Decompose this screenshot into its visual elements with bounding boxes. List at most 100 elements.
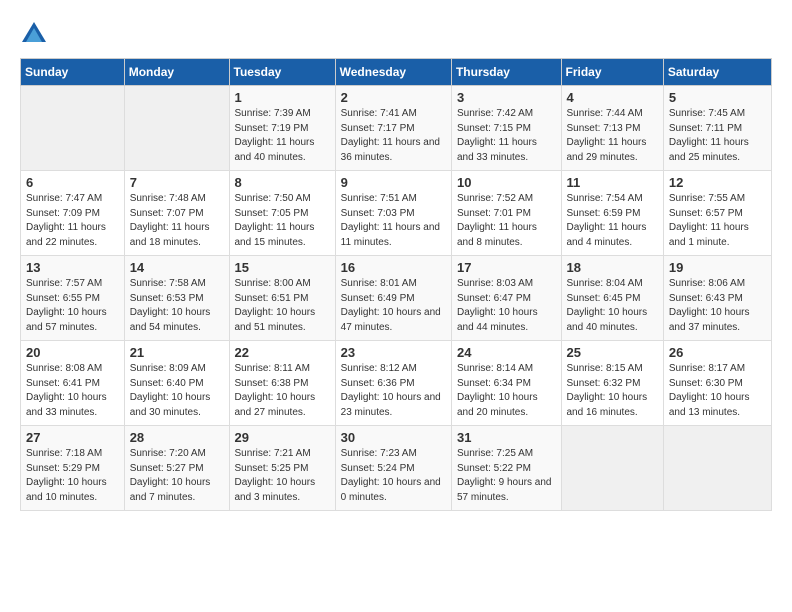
day-info: Sunrise: 7:45 AM Sunset: 7:11 PM Dayligh… (669, 107, 766, 165)
day-number: 10 (457, 175, 556, 190)
day-info: Sunrise: 7:18 AM Sunset: 5:29 PM Dayligh… (26, 447, 119, 505)
day-number: 19 (669, 260, 766, 275)
logo (20, 20, 52, 48)
day-number: 2 (341, 90, 446, 105)
calendar-week-3: 13 Sunrise: 7:57 AM Sunset: 6:55 PM Dayli… (21, 256, 772, 341)
weekday-header-monday: Monday (124, 59, 229, 86)
day-number: 22 (235, 345, 330, 360)
day-number: 26 (669, 345, 766, 360)
day-info: Sunrise: 8:08 AM Sunset: 6:41 PM Dayligh… (26, 362, 119, 420)
calendar-cell: 9 Sunrise: 7:51 AM Sunset: 7:03 PM Daylig… (335, 171, 451, 256)
weekday-header-wednesday: Wednesday (335, 59, 451, 86)
calendar-cell: 18 Sunrise: 8:04 AM Sunset: 6:45 PM Dayli… (561, 256, 663, 341)
day-number: 18 (567, 260, 658, 275)
day-info: Sunrise: 7:20 AM Sunset: 5:27 PM Dayligh… (130, 447, 224, 505)
day-number: 29 (235, 430, 330, 445)
day-info: Sunrise: 8:06 AM Sunset: 6:43 PM Dayligh… (669, 277, 766, 335)
day-info: Sunrise: 7:52 AM Sunset: 7:01 PM Dayligh… (457, 192, 556, 250)
calendar-cell (124, 86, 229, 171)
calendar-cell (21, 86, 125, 171)
calendar-cell: 27 Sunrise: 7:18 AM Sunset: 5:29 PM Dayli… (21, 426, 125, 511)
day-info: Sunrise: 7:47 AM Sunset: 7:09 PM Dayligh… (26, 192, 119, 250)
day-number: 17 (457, 260, 556, 275)
calendar-cell: 15 Sunrise: 8:00 AM Sunset: 6:51 PM Dayli… (229, 256, 335, 341)
day-info: Sunrise: 7:55 AM Sunset: 6:57 PM Dayligh… (669, 192, 766, 250)
day-info: Sunrise: 7:23 AM Sunset: 5:24 PM Dayligh… (341, 447, 446, 505)
day-info: Sunrise: 7:50 AM Sunset: 7:05 PM Dayligh… (235, 192, 330, 250)
weekday-header-friday: Friday (561, 59, 663, 86)
calendar-cell: 8Sunrise: 7:50 AM Sunset: 7:05 PM Daylig… (229, 171, 335, 256)
day-info: Sunrise: 8:03 AM Sunset: 6:47 PM Dayligh… (457, 277, 556, 335)
day-number: 7 (130, 175, 224, 190)
day-number: 27 (26, 430, 119, 445)
calendar-week-2: 6 Sunrise: 7:47 AM Sunset: 7:09 PM Daylig… (21, 171, 772, 256)
day-info: Sunrise: 7:21 AM Sunset: 5:25 PM Dayligh… (235, 447, 330, 505)
day-number: 1 (235, 90, 330, 105)
calendar-cell: 6 Sunrise: 7:47 AM Sunset: 7:09 PM Daylig… (21, 171, 125, 256)
calendar-cell: 2 Sunrise: 7:41 AM Sunset: 7:17 PM Daylig… (335, 86, 451, 171)
day-info: Sunrise: 7:41 AM Sunset: 7:17 PM Dayligh… (341, 107, 446, 165)
day-info: Sunrise: 7:58 AM Sunset: 6:53 PM Dayligh… (130, 277, 224, 335)
day-number: 12 (669, 175, 766, 190)
day-info: Sunrise: 7:54 AM Sunset: 6:59 PM Dayligh… (567, 192, 658, 250)
weekday-header-tuesday: Tuesday (229, 59, 335, 86)
calendar-cell: 25 Sunrise: 8:15 AM Sunset: 6:32 PM Dayli… (561, 341, 663, 426)
day-number: 20 (26, 345, 119, 360)
day-info: Sunrise: 8:11 AM Sunset: 6:38 PM Dayligh… (235, 362, 330, 420)
day-number: 5 (669, 90, 766, 105)
weekday-header-thursday: Thursday (451, 59, 561, 86)
calendar-cell: 24Sunrise: 8:14 AM Sunset: 6:34 PM Dayli… (451, 341, 561, 426)
day-number: 13 (26, 260, 119, 275)
calendar-cell: 29 Sunrise: 7:21 AM Sunset: 5:25 PM Dayli… (229, 426, 335, 511)
calendar-cell: 22 Sunrise: 8:11 AM Sunset: 6:38 PM Dayli… (229, 341, 335, 426)
day-number: 31 (457, 430, 556, 445)
calendar-cell: 17 Sunrise: 8:03 AM Sunset: 6:47 PM Dayli… (451, 256, 561, 341)
day-info: Sunrise: 8:00 AM Sunset: 6:51 PM Dayligh… (235, 277, 330, 335)
weekday-header-sunday: Sunday (21, 59, 125, 86)
logo-icon (20, 20, 48, 48)
calendar-cell (561, 426, 663, 511)
day-number: 25 (567, 345, 658, 360)
calendar-week-5: 27 Sunrise: 7:18 AM Sunset: 5:29 PM Dayli… (21, 426, 772, 511)
day-info: Sunrise: 7:44 AM Sunset: 7:13 PM Dayligh… (567, 107, 658, 165)
day-number: 23 (341, 345, 446, 360)
day-number: 6 (26, 175, 119, 190)
day-number: 28 (130, 430, 224, 445)
day-number: 21 (130, 345, 224, 360)
calendar-cell: 7 Sunrise: 7:48 AM Sunset: 7:07 PM Daylig… (124, 171, 229, 256)
day-info: Sunrise: 7:57 AM Sunset: 6:55 PM Dayligh… (26, 277, 119, 335)
day-info: Sunrise: 7:39 AM Sunset: 7:19 PM Dayligh… (235, 107, 330, 165)
calendar-cell: 4 Sunrise: 7:44 AM Sunset: 7:13 PM Daylig… (561, 86, 663, 171)
day-info: Sunrise: 7:42 AM Sunset: 7:15 PM Dayligh… (457, 107, 556, 165)
day-number: 9 (341, 175, 446, 190)
day-number: 11 (567, 175, 658, 190)
calendar-cell: 23 Sunrise: 8:12 AM Sunset: 6:36 PM Dayli… (335, 341, 451, 426)
day-info: Sunrise: 8:09 AM Sunset: 6:40 PM Dayligh… (130, 362, 224, 420)
weekday-header-saturday: Saturday (663, 59, 771, 86)
weekday-row: SundayMondayTuesdayWednesdayThursdayFrid… (21, 59, 772, 86)
calendar-week-4: 20 Sunrise: 8:08 AM Sunset: 6:41 PM Dayli… (21, 341, 772, 426)
day-info: Sunrise: 7:48 AM Sunset: 7:07 PM Dayligh… (130, 192, 224, 250)
day-info: Sunrise: 8:15 AM Sunset: 6:32 PM Dayligh… (567, 362, 658, 420)
day-info: Sunrise: 8:17 AM Sunset: 6:30 PM Dayligh… (669, 362, 766, 420)
calendar-cell: 11 Sunrise: 7:54 AM Sunset: 6:59 PM Dayli… (561, 171, 663, 256)
day-number: 3 (457, 90, 556, 105)
day-info: Sunrise: 8:14 AM Sunset: 6:34 PM Dayligh… (457, 362, 556, 420)
day-number: 15 (235, 260, 330, 275)
day-info: Sunrise: 8:01 AM Sunset: 6:49 PM Dayligh… (341, 277, 446, 335)
calendar-cell: 21 Sunrise: 8:09 AM Sunset: 6:40 PM Dayli… (124, 341, 229, 426)
calendar-cell: 14Sunrise: 7:58 AM Sunset: 6:53 PM Dayli… (124, 256, 229, 341)
calendar-cell: 26 Sunrise: 8:17 AM Sunset: 6:30 PM Dayli… (663, 341, 771, 426)
day-info: Sunrise: 8:12 AM Sunset: 6:36 PM Dayligh… (341, 362, 446, 420)
day-info: Sunrise: 7:51 AM Sunset: 7:03 PM Dayligh… (341, 192, 446, 250)
calendar-cell: 19 Sunrise: 8:06 AM Sunset: 6:43 PM Dayli… (663, 256, 771, 341)
calendar-week-1: 1 Sunrise: 7:39 AM Sunset: 7:19 PM Daylig… (21, 86, 772, 171)
day-info: Sunrise: 8:04 AM Sunset: 6:45 PM Dayligh… (567, 277, 658, 335)
calendar-cell: 28 Sunrise: 7:20 AM Sunset: 5:27 PM Dayli… (124, 426, 229, 511)
day-number: 16 (341, 260, 446, 275)
calendar-body: 1 Sunrise: 7:39 AM Sunset: 7:19 PM Daylig… (21, 86, 772, 511)
day-number: 30 (341, 430, 446, 445)
calendar-cell: 20 Sunrise: 8:08 AM Sunset: 6:41 PM Dayli… (21, 341, 125, 426)
day-number: 4 (567, 90, 658, 105)
calendar-cell: 13 Sunrise: 7:57 AM Sunset: 6:55 PM Dayli… (21, 256, 125, 341)
